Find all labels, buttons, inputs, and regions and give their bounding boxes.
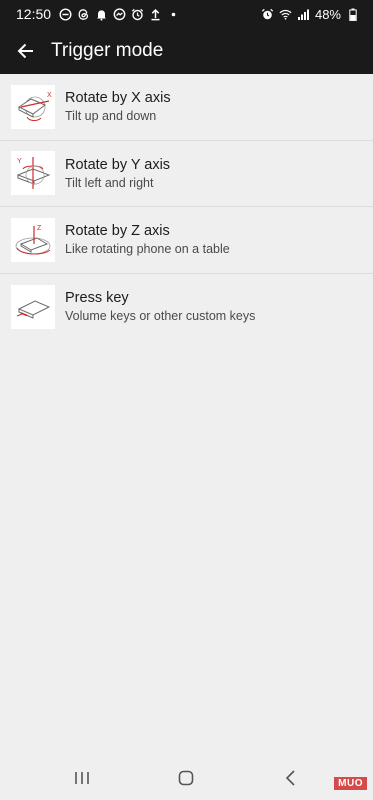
page-title: Trigger mode [51, 40, 164, 61]
rotate-z-icon: Z [11, 217, 55, 262]
status-bar: 12:50 48% [0, 0, 373, 28]
battery-percent: 48% [314, 6, 341, 22]
option-rotate-x[interactable]: X Rotate by X axis Tilt up and down [0, 74, 373, 141]
option-subtitle: Tilt up and down [65, 109, 157, 124]
svg-text:X: X [47, 92, 52, 99]
option-rotate-y[interactable]: Y Rotate by Y axis Tilt left and right [0, 141, 373, 207]
rotate-x-icon: X [11, 84, 55, 129]
status-time: 12:50 [16, 6, 52, 22]
press-key-icon [11, 284, 55, 329]
dot-icon [167, 8, 180, 21]
battery-icon [346, 8, 359, 21]
option-subtitle: Tilt left and right [65, 175, 154, 190]
do-not-disturb-icon [59, 7, 72, 21]
option-texts: Rotate by Z axis Like rotating phone on … [65, 223, 230, 256]
svg-text:Y: Y [17, 158, 22, 165]
option-rotate-z[interactable]: Z Rotate by Z axis Like rotating phone o… [0, 207, 373, 274]
svg-text:Z: Z [37, 225, 42, 232]
system-nav-bar [0, 756, 373, 800]
back-icon [285, 770, 295, 786]
trigger-mode-list: X Rotate by X axis Tilt up and down Y Ro… [0, 74, 373, 340]
back-button[interactable] [14, 39, 38, 63]
wifi-icon [279, 8, 292, 21]
option-texts: Rotate by Y axis Tilt left and right [65, 157, 170, 190]
recents-icon [75, 772, 89, 784]
watermark-logo: MUO [334, 777, 367, 790]
messenger-icon [113, 7, 126, 21]
home-button[interactable] [166, 763, 206, 793]
option-title: Rotate by X axis [65, 90, 171, 107]
recents-button[interactable] [62, 763, 102, 793]
status-bar-left: 12:50 [16, 6, 180, 22]
option-subtitle: Like rotating phone on a table [65, 242, 230, 257]
option-title: Press key [65, 290, 129, 307]
signal-icon [297, 8, 310, 21]
upload-icon [149, 8, 162, 21]
bell-icon [95, 8, 108, 21]
option-title: Rotate by Y axis [65, 156, 171, 173]
alarm-icon [261, 8, 274, 21]
rotate-y-icon: Y [11, 151, 55, 196]
option-press-key[interactable]: Press key Volume keys or other custom ke… [0, 274, 373, 341]
status-bar-right: 48% [261, 7, 359, 22]
nav-back-button[interactable] [271, 763, 311, 793]
option-texts: Rotate by X axis Tilt up and down [65, 90, 171, 123]
option-title: Rotate by Z axis [65, 223, 170, 240]
app-toolbar: Trigger mode [0, 28, 373, 74]
option-texts: Press key Volume keys or other custom ke… [65, 290, 255, 323]
home-icon [179, 770, 194, 786]
threads-icon [77, 8, 90, 21]
arrow-left-icon [17, 43, 33, 59]
option-subtitle: Volume keys or other custom keys [65, 309, 256, 324]
alarm-icon [131, 8, 144, 21]
